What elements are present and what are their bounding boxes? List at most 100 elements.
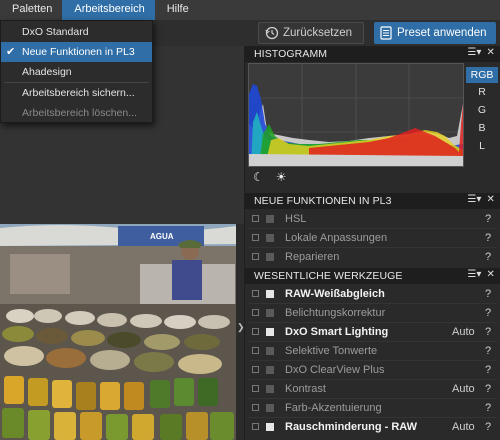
help-icon[interactable]: ?	[485, 421, 491, 433]
enable-checkbox[interactable]	[266, 423, 274, 431]
apply-preset-button[interactable]: Preset anwenden	[374, 22, 496, 44]
histogram-chart	[248, 63, 464, 167]
menu-hilfe[interactable]: Hilfe	[155, 0, 199, 20]
help-icon[interactable]: ?	[485, 402, 491, 414]
enable-checkbox[interactable]	[266, 366, 274, 374]
tool-row-rauschminderung-raw[interactable]: Rauschminderung - RAW Auto ?	[245, 418, 500, 437]
tool-row-reparieren[interactable]: Reparieren ?	[245, 248, 500, 267]
menu-item-label: DxO Standard	[22, 26, 89, 38]
tool-label: Selektive Tonwerte	[285, 345, 378, 357]
sun-icon[interactable]: ☀	[276, 170, 287, 184]
help-icon[interactable]: ?	[485, 232, 491, 244]
tool-row-lokale-anpassungen[interactable]: Lokale Anpassungen ?	[245, 229, 500, 248]
menu-item-label: Arbeitsbereich löschen...	[22, 107, 137, 119]
menu-item-neue-funktionen[interactable]: ✔ Neue Funktionen in PL3	[1, 42, 152, 62]
menu-item-label: Neue Funktionen in PL3	[22, 46, 135, 58]
channel-b[interactable]: B	[466, 120, 498, 136]
expand-toggle-icon[interactable]	[252, 328, 259, 335]
menu-item-label: Ahadesign	[22, 66, 72, 78]
menu-paletten[interactable]: Paletten	[0, 0, 62, 20]
auto-badge[interactable]: Auto	[452, 326, 475, 338]
auto-badge[interactable]: Auto	[452, 383, 475, 395]
histogram-title: HISTOGRAMM	[254, 48, 328, 60]
enable-checkbox[interactable]	[266, 290, 274, 298]
tool-label: DxO Smart Lighting	[285, 326, 389, 338]
channel-g[interactable]: G	[466, 102, 498, 118]
menu-item-delete-workspace: Arbeitsbereich löschen...	[1, 103, 152, 123]
tool-label: DxO ClearView Plus	[285, 364, 385, 376]
menu-icon[interactable]: ☰▾	[467, 269, 481, 280]
auto-badge[interactable]: Auto	[452, 421, 475, 433]
expand-toggle-icon[interactable]	[252, 404, 259, 411]
photo-sign-text: AGUA	[150, 232, 174, 241]
tool-row-farb-akzentuierung[interactable]: Farb-Akzentuierung ?	[245, 399, 500, 418]
menubar: Paletten Arbeitsbereich Hilfe	[0, 0, 500, 20]
preset-label: Preset anwenden	[397, 27, 487, 39]
menu-arbeitsbereich[interactable]: Arbeitsbereich	[62, 0, 155, 20]
enable-checkbox[interactable]	[266, 234, 274, 242]
close-icon[interactable]: ✕	[487, 194, 495, 205]
help-icon[interactable]: ?	[485, 288, 491, 300]
reset-button[interactable]: Zurücksetzen	[258, 22, 364, 44]
channel-l[interactable]: L	[466, 138, 498, 154]
preset-icon	[380, 26, 392, 40]
histogram-clipping-toggles: ☾ ☀	[253, 170, 287, 184]
tool-row-raw-weissabgleich[interactable]: RAW-Weißabgleich ?	[245, 285, 500, 304]
tool-label: Lokale Anpassungen	[285, 232, 388, 244]
enable-checkbox[interactable]	[266, 404, 274, 412]
expand-toggle-icon[interactable]	[252, 253, 259, 260]
enable-checkbox[interactable]	[266, 385, 274, 393]
enable-checkbox[interactable]	[266, 328, 274, 336]
menu-item-dxo-standard[interactable]: DxO Standard	[1, 22, 152, 42]
expand-toggle-icon[interactable]	[252, 385, 259, 392]
reset-label: Zurücksetzen	[283, 27, 353, 39]
expand-toggle-icon[interactable]	[252, 309, 259, 316]
expand-toggle-icon[interactable]	[252, 366, 259, 373]
help-icon[interactable]: ?	[485, 345, 491, 357]
expand-toggle-icon[interactable]	[252, 423, 259, 430]
section-header-wesentliche-werkzeuge[interactable]: WESENTLICHE WERKZEUGE ☰▾ ✕	[245, 268, 500, 284]
workspace-dropdown-menu: DxO Standard ✔ Neue Funktionen in PL3 Ah…	[0, 20, 153, 123]
tool-label: Rauschminderung - RAW	[285, 421, 418, 433]
tool-row-kontrast[interactable]: Kontrast Auto ?	[245, 380, 500, 399]
tool-label: Farb-Akzentuierung	[285, 402, 382, 414]
menu-item-save-workspace[interactable]: Arbeitsbereich sichern...	[1, 83, 152, 103]
tool-row-hsl[interactable]: HSL ?	[245, 210, 500, 229]
menu-item-ahadesign[interactable]: Ahadesign	[1, 62, 152, 82]
section-title: WESENTLICHE WERKZEUGE	[254, 270, 403, 282]
help-icon[interactable]: ?	[485, 307, 491, 319]
history-icon	[265, 26, 279, 40]
menu-icon[interactable]: ☰▾	[467, 47, 481, 58]
tool-row-selektive-tonwerte[interactable]: Selektive Tonwerte ?	[245, 342, 500, 361]
right-panel: HISTOGRAMM ☰▾ ✕ RGB R G B L ☾ ☀ NEUE FUN…	[244, 46, 500, 440]
enable-checkbox[interactable]	[266, 253, 274, 261]
help-icon[interactable]: ?	[485, 383, 491, 395]
expand-toggle-icon[interactable]	[252, 215, 259, 222]
tool-label: RAW-Weißabgleich	[285, 288, 385, 300]
tool-row-smart-lighting[interactable]: DxO Smart Lighting Auto ?	[245, 323, 500, 342]
tool-row-belichtungskorrektur[interactable]: Belichtungskorrektur ?	[245, 304, 500, 323]
channel-rgb[interactable]: RGB	[466, 67, 498, 83]
expand-toggle-icon[interactable]	[252, 347, 259, 354]
menu-icon[interactable]: ☰▾	[467, 194, 481, 205]
help-icon[interactable]: ?	[485, 213, 491, 225]
channel-r[interactable]: R	[466, 84, 498, 100]
histogram-header: HISTOGRAMM ☰▾ ✕	[245, 46, 500, 62]
expand-toggle-icon[interactable]	[252, 234, 259, 241]
close-icon[interactable]: ✕	[487, 269, 495, 280]
enable-checkbox[interactable]	[266, 215, 274, 223]
market-photo: AGUA	[0, 224, 236, 440]
help-icon[interactable]: ?	[485, 364, 491, 376]
section-title: NEUE FUNKTIONEN IN PL3	[254, 195, 392, 207]
enable-checkbox[interactable]	[266, 347, 274, 355]
tool-label: Belichtungskorrektur	[285, 307, 386, 319]
tool-row-clearview-plus[interactable]: DxO ClearView Plus ?	[245, 361, 500, 380]
help-icon[interactable]: ?	[485, 251, 491, 263]
close-icon[interactable]: ✕	[487, 47, 495, 58]
photo-preview[interactable]: AGUA	[0, 224, 236, 440]
section-header-neue-funktionen[interactable]: NEUE FUNKTIONEN IN PL3 ☰▾ ✕	[245, 193, 500, 209]
enable-checkbox[interactable]	[266, 309, 274, 317]
moon-icon[interactable]: ☾	[253, 170, 264, 184]
help-icon[interactable]: ?	[485, 326, 491, 338]
expand-toggle-icon[interactable]	[252, 290, 259, 297]
